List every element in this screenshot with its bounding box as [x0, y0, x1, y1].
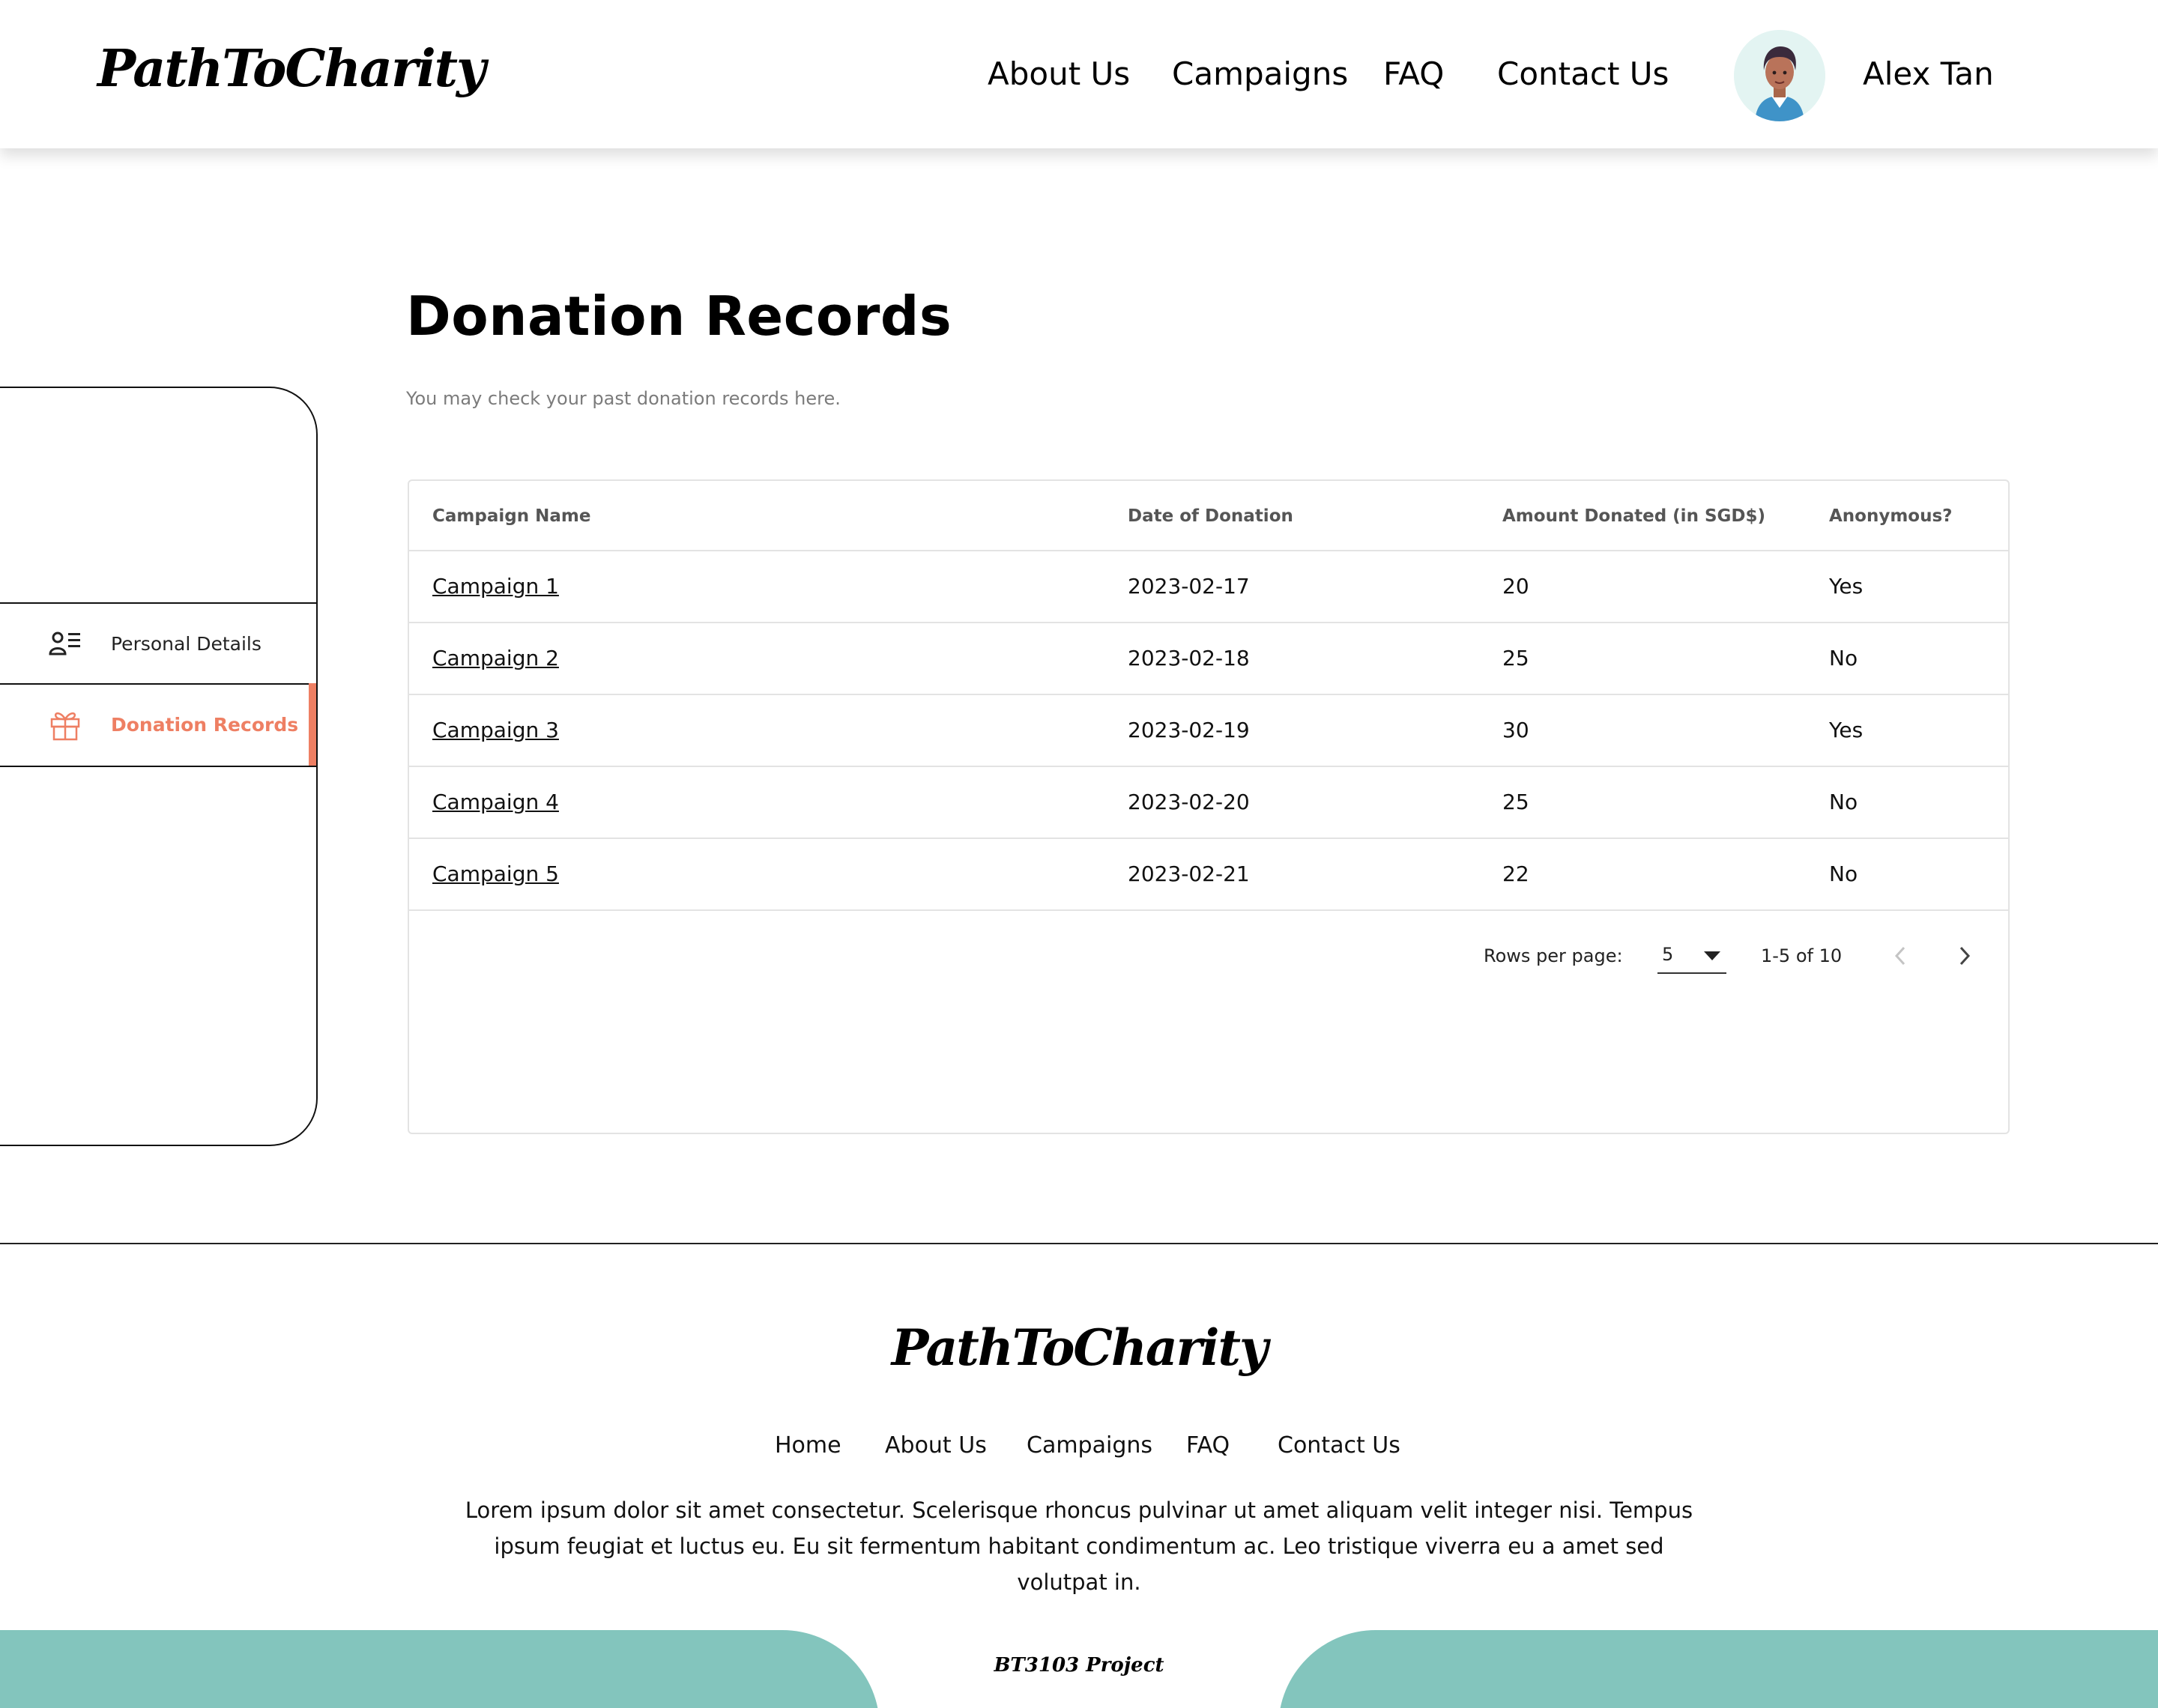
footer-logo[interactable]: PathToCharity	[0, 1318, 2158, 1377]
page-title: Donation Records	[406, 285, 952, 348]
nav-about-us[interactable]: About Us	[988, 55, 1130, 92]
user-name[interactable]: Alex Tan	[1863, 55, 1994, 92]
donation-date: 2023-02-19	[1128, 718, 1250, 742]
donation-date: 2023-02-17	[1128, 574, 1250, 599]
donation-date: 2023-02-18	[1128, 646, 1250, 670]
rows-per-page-select[interactable]: 5	[1657, 936, 1726, 974]
nav-faq[interactable]: FAQ	[1383, 55, 1444, 92]
chevron-left-icon	[1894, 946, 1905, 966]
sidebar-item-personal-details[interactable]: Personal Details	[0, 602, 316, 685]
campaign-link[interactable]: Campaign 4	[432, 790, 559, 814]
anonymous-flag: No	[1829, 861, 1858, 886]
donation-table: Campaign Name Date of Donation Amount Do…	[408, 479, 2010, 1134]
person-list-icon	[46, 625, 84, 662]
sidebar-item-label: Personal Details	[111, 632, 262, 655]
site-header: PathToCharity About Us Campaigns FAQ Con…	[0, 0, 2158, 148]
table-row: Campaign 3 2023-02-19 30 Yes	[409, 694, 2008, 766]
column-header-amount[interactable]: Amount Donated (in SGD$)	[1502, 506, 1765, 526]
footer-nav-contact-us[interactable]: Contact Us	[1278, 1432, 1400, 1459]
footer-divider	[0, 1243, 2158, 1244]
anonymous-flag: Yes	[1829, 574, 1864, 599]
account-sidebar: Personal Details Donation Records	[0, 387, 318, 1146]
campaign-link[interactable]: Campaign 3	[432, 718, 559, 742]
page-subtitle: You may check your past donation records…	[406, 388, 841, 409]
active-indicator	[309, 683, 316, 766]
donation-amount: 25	[1502, 646, 1529, 670]
gift-icon	[46, 706, 84, 743]
chevron-right-icon	[1959, 946, 1971, 966]
anonymous-flag: Yes	[1829, 718, 1864, 742]
footer-nav-home[interactable]: Home	[775, 1432, 841, 1459]
nav-contact-us[interactable]: Contact Us	[1497, 55, 1669, 92]
column-header-anonymous[interactable]: Anonymous?	[1829, 506, 1953, 526]
donation-amount: 20	[1502, 574, 1529, 599]
footer-description: Lorem ipsum dolor sit amet consectetur. …	[465, 1497, 1693, 1595]
donation-amount: 25	[1502, 790, 1529, 814]
donation-date: 2023-02-20	[1128, 790, 1250, 814]
campaign-link[interactable]: Campaign 1	[432, 574, 559, 599]
sidebar-item-donation-records[interactable]: Donation Records	[0, 683, 316, 767]
rows-per-page-label: Rows per page:	[1484, 945, 1623, 966]
column-header-campaign-name[interactable]: Campaign Name	[432, 506, 590, 526]
rows-per-page-value: 5	[1662, 944, 1674, 965]
anonymous-flag: No	[1829, 646, 1858, 670]
column-header-date[interactable]: Date of Donation	[1128, 506, 1293, 526]
site-logo[interactable]: PathToCharity	[97, 39, 486, 99]
donation-amount: 22	[1502, 861, 1529, 886]
footer-nav-campaigns[interactable]: Campaigns	[1027, 1432, 1152, 1459]
user-avatar-icon	[1734, 30, 1825, 121]
anonymous-flag: No	[1829, 790, 1858, 814]
table-row: Campaign 5 2023-02-21 22 No	[409, 838, 2008, 909]
table-row: Campaign 1 2023-02-17 20 Yes	[409, 550, 2008, 622]
nav-campaigns[interactable]: Campaigns	[1172, 55, 1348, 92]
footer-nav-faq[interactable]: FAQ	[1186, 1432, 1230, 1459]
footer-nav-about-us[interactable]: About Us	[885, 1432, 987, 1459]
next-page-button[interactable]	[1948, 939, 1981, 972]
previous-page-button[interactable]	[1884, 939, 1917, 972]
table-divider	[409, 909, 2008, 911]
donation-date: 2023-02-21	[1128, 861, 1250, 886]
caret-down-icon	[1704, 951, 1720, 960]
table-row: Campaign 4 2023-02-20 25 No	[409, 766, 2008, 838]
sidebar-item-label: Donation Records	[111, 713, 299, 736]
avatar[interactable]	[1734, 30, 1825, 121]
project-label: BT3103 Project	[994, 1654, 1164, 1677]
campaign-link[interactable]: Campaign 2	[432, 646, 559, 670]
table-row: Campaign 2 2023-02-18 25 No	[409, 622, 2008, 694]
pagination-range: 1-5 of 10	[1761, 945, 1843, 966]
campaign-link[interactable]: Campaign 5	[432, 861, 559, 886]
donation-amount: 30	[1502, 718, 1529, 742]
